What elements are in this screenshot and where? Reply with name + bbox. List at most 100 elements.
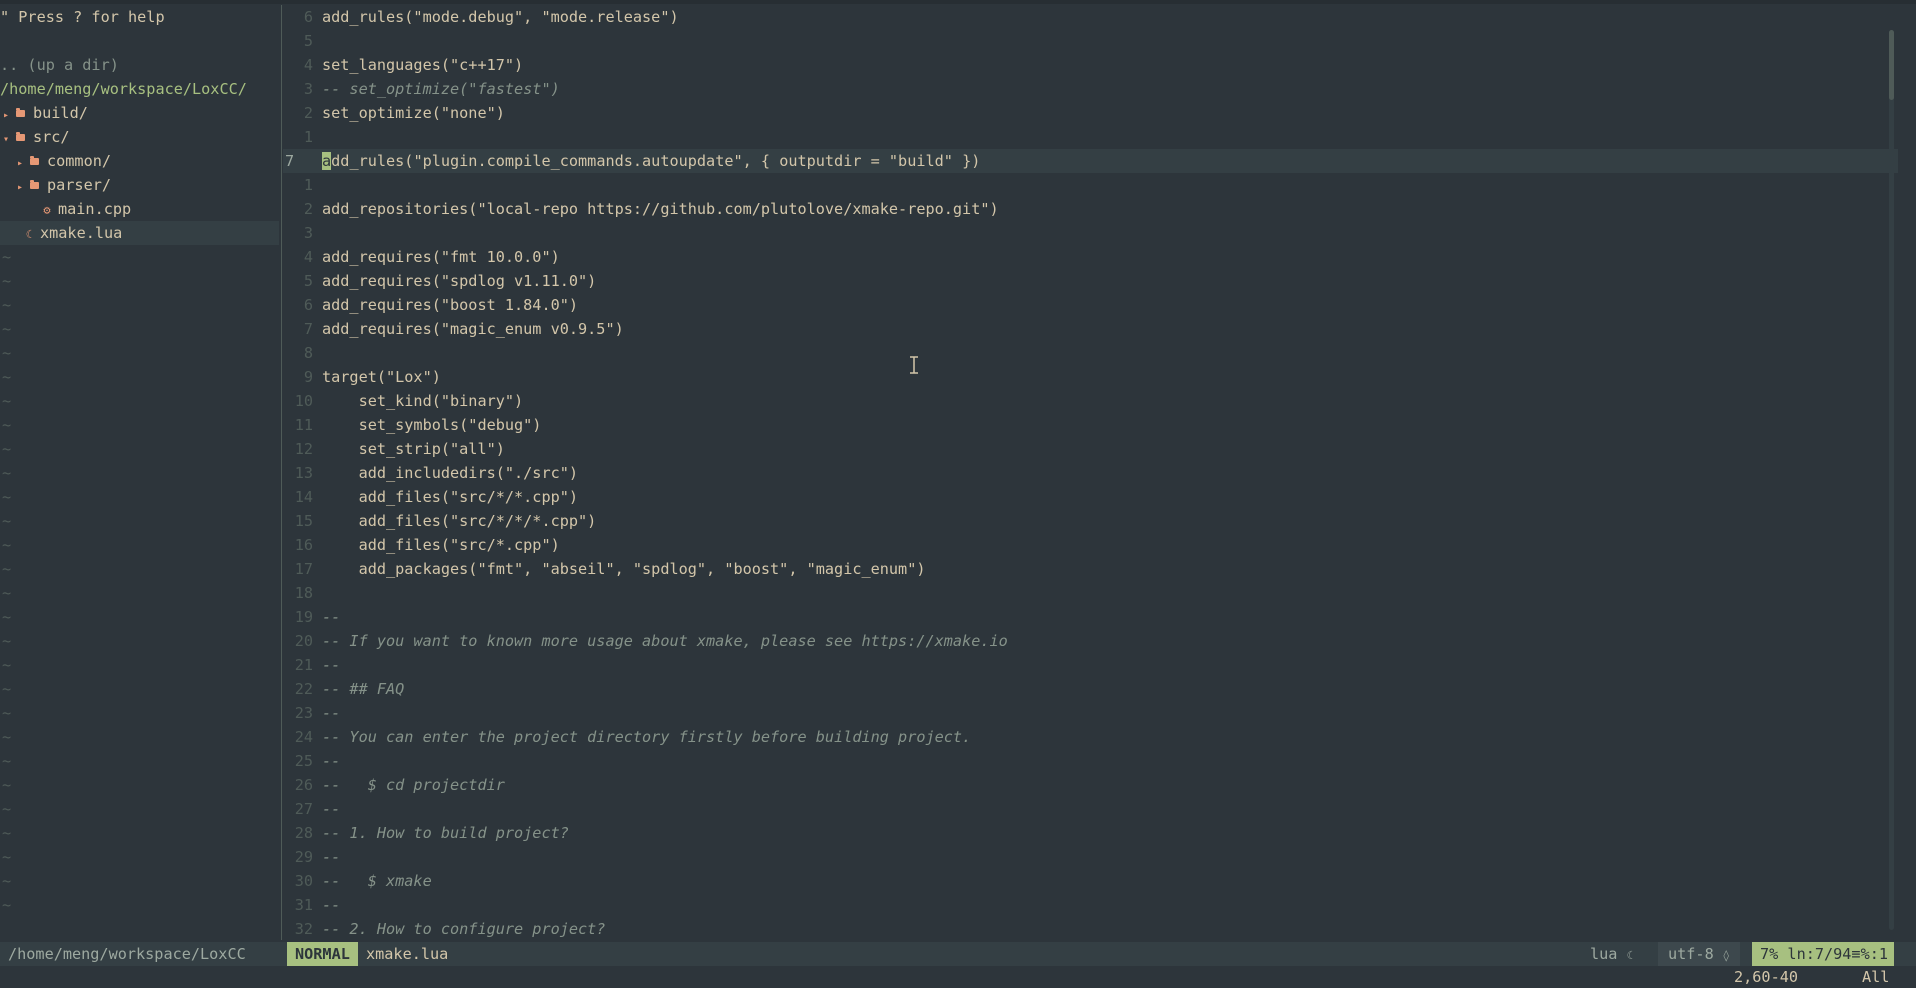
- tree-empty-line-tilde: ~: [2, 296, 12, 314]
- code-line[interactable]: 6 add_requires("boost 1.84.0"): [283, 293, 1898, 317]
- current-code-line[interactable]: 7 add_rules("plugin.compile_commands.auto…: [283, 149, 1898, 173]
- tree-up-dir[interactable]: .. (up a dir): [0, 53, 279, 77]
- line-number: 20: [294, 632, 313, 650]
- tree-file-main-cpp[interactable]: ⚙ main.cpp: [0, 197, 279, 221]
- code-comment: --: [322, 608, 341, 626]
- text-cursor-icon: [910, 356, 918, 374]
- window-top-edge: [0, 0, 1916, 4]
- line-number: 4: [303, 248, 313, 266]
- code-line[interactable]: 8: [283, 341, 1898, 365]
- line-number: 24: [294, 728, 313, 746]
- tree-empty-line-tilde: ~: [2, 704, 12, 722]
- code-line[interactable]: 27 --: [283, 797, 1898, 821]
- code-comment: -- ## FAQ: [322, 680, 405, 698]
- scrollbar[interactable]: [1889, 30, 1894, 930]
- tree-empty-line-tilde: ~: [2, 416, 12, 434]
- code-line[interactable]: 14 add_files("src/*/*.cpp"): [283, 485, 1898, 509]
- line-number: 23: [294, 704, 313, 722]
- tree-dir-build[interactable]: ▸ build/: [0, 101, 279, 125]
- code-line[interactable]: 21 --: [283, 653, 1898, 677]
- tree-root-path[interactable]: /home/meng/workspace/LoxCC/: [0, 77, 279, 101]
- tree-empty-line-tilde: ~: [2, 848, 12, 866]
- line-number: 5: [303, 272, 313, 290]
- code-line[interactable]: 5: [283, 29, 1898, 53]
- line-number: 1: [303, 176, 313, 194]
- code-line[interactable]: 19 --: [283, 605, 1898, 629]
- code-text: add_files("src/*/*.cpp"): [322, 488, 579, 506]
- code-line[interactable]: 2 set_optimize("none"): [283, 101, 1898, 125]
- code-line[interactable]: 20 -- If you want to known more usage abo…: [283, 629, 1898, 653]
- code-editor[interactable]: 6 add_rules("mode.debug", "mode.release")…: [283, 5, 1898, 940]
- code-line[interactable]: 23 --: [283, 701, 1898, 725]
- tree-empty-line-tilde: ~: [2, 728, 12, 746]
- code-comment: --: [322, 752, 341, 770]
- code-comment: --: [322, 704, 341, 722]
- code-line[interactable]: 7 add_requires("magic_enum v0.9.5"): [283, 317, 1898, 341]
- code-line[interactable]: 17 add_packages("fmt", "abseil", "spdlog…: [283, 557, 1898, 581]
- line-number: 7: [285, 152, 295, 170]
- tree-empty-line-tilde: ~: [2, 248, 12, 266]
- tree-dir-common[interactable]: ▸ common/: [0, 149, 279, 173]
- code-line[interactable]: 2 add_repositories("local-repo https://gi…: [283, 197, 1898, 221]
- code-line[interactable]: 32 -- 2. How to configure project?: [283, 917, 1898, 940]
- file-tree-panel[interactable]: " Press ? for help .. (up a dir) /home/m…: [0, 5, 279, 940]
- tree-empty-line-tilde: ~: [2, 608, 12, 626]
- line-number: 2: [303, 104, 313, 122]
- code-line[interactable]: 3: [283, 221, 1898, 245]
- tree-empty-line-tilde: ~: [2, 272, 12, 290]
- code-line[interactable]: 6 add_rules("mode.debug", "mode.release"): [283, 5, 1898, 29]
- line-number: 29: [294, 848, 313, 866]
- code-line[interactable]: 29 --: [283, 845, 1898, 869]
- code-line[interactable]: 1: [283, 173, 1898, 197]
- line-number: 7: [303, 320, 313, 338]
- line-number: 4: [303, 56, 313, 74]
- code-line[interactable]: 4 add_requires("fmt 10.0.0"): [283, 245, 1898, 269]
- code-line[interactable]: 1: [283, 125, 1898, 149]
- line-number: 28: [294, 824, 313, 842]
- command-line[interactable]: 2,60-40 All: [0, 966, 1916, 988]
- code-comment: -- 2. How to configure project?: [322, 920, 606, 938]
- code-line[interactable]: 26 -- $ cd projectdir: [283, 773, 1898, 797]
- tree-dir-parser[interactable]: ▸ parser/: [0, 173, 279, 197]
- line-number: 3: [303, 224, 313, 242]
- code-line[interactable]: 25 --: [283, 749, 1898, 773]
- code-line[interactable]: 28 -- 1. How to build project?: [283, 821, 1898, 845]
- line-number: 9: [303, 368, 313, 386]
- tree-empty-line-tilde: ~: [2, 680, 12, 698]
- vertical-split-divider[interactable]: [281, 5, 282, 940]
- tree-empty-line-tilde: ~: [2, 584, 12, 602]
- code-line[interactable]: 5 add_requires("spdlog v1.11.0"): [283, 269, 1898, 293]
- tree-dir-src[interactable]: ▾ src/: [0, 125, 279, 149]
- code-line[interactable]: 10 set_kind("binary"): [283, 389, 1898, 413]
- code-line[interactable]: 3 -- set_optimize("fastest"): [283, 77, 1898, 101]
- tree-file-xmake-lua[interactable]: ☾ xmake.lua: [0, 221, 279, 245]
- scroll-thumb[interactable]: [1889, 30, 1894, 100]
- code-line[interactable]: 9 target("Lox"): [283, 365, 1898, 389]
- line-number: 15: [294, 512, 313, 530]
- filetype-label: lua: [1590, 945, 1618, 963]
- code-line[interactable]: 11 set_symbols("debug"): [283, 413, 1898, 437]
- tree-empty-line-tilde: ~: [2, 488, 12, 506]
- code-text: set_strip("all"): [322, 440, 505, 458]
- code-line[interactable]: 13 add_includedirs("./src"): [283, 461, 1898, 485]
- tree-empty-line-tilde: ~: [2, 656, 12, 674]
- line-number: 22: [294, 680, 313, 698]
- status-position: 7% ln:7/94≡%:1: [1752, 942, 1895, 966]
- tree-empty-line-tilde: ~: [2, 824, 12, 842]
- block-cursor: a: [322, 152, 332, 170]
- code-line[interactable]: 18: [283, 581, 1898, 605]
- code-line[interactable]: 12 set_strip("all"): [283, 437, 1898, 461]
- code-line[interactable]: 24 -- You can enter the project directory…: [283, 725, 1898, 749]
- code-line[interactable]: 15 add_files("src/*/*/*.cpp"): [283, 509, 1898, 533]
- code-line[interactable]: 31 --: [283, 893, 1898, 917]
- line-number: 6: [303, 296, 313, 314]
- line-number: 13: [294, 464, 313, 482]
- code-line[interactable]: 16 add_files("src/*.cpp"): [283, 533, 1898, 557]
- tree-empty-line-tilde: ~: [2, 464, 12, 482]
- tree-empty-line-tilde: ~: [2, 896, 12, 914]
- tree-empty-line-tilde: ~: [2, 368, 12, 386]
- code-line[interactable]: 30 -- $ xmake: [283, 869, 1898, 893]
- code-line[interactable]: 22 -- ## FAQ: [283, 677, 1898, 701]
- code-line[interactable]: 4 set_languages("c++17"): [283, 53, 1898, 77]
- line-number: 31: [294, 896, 313, 914]
